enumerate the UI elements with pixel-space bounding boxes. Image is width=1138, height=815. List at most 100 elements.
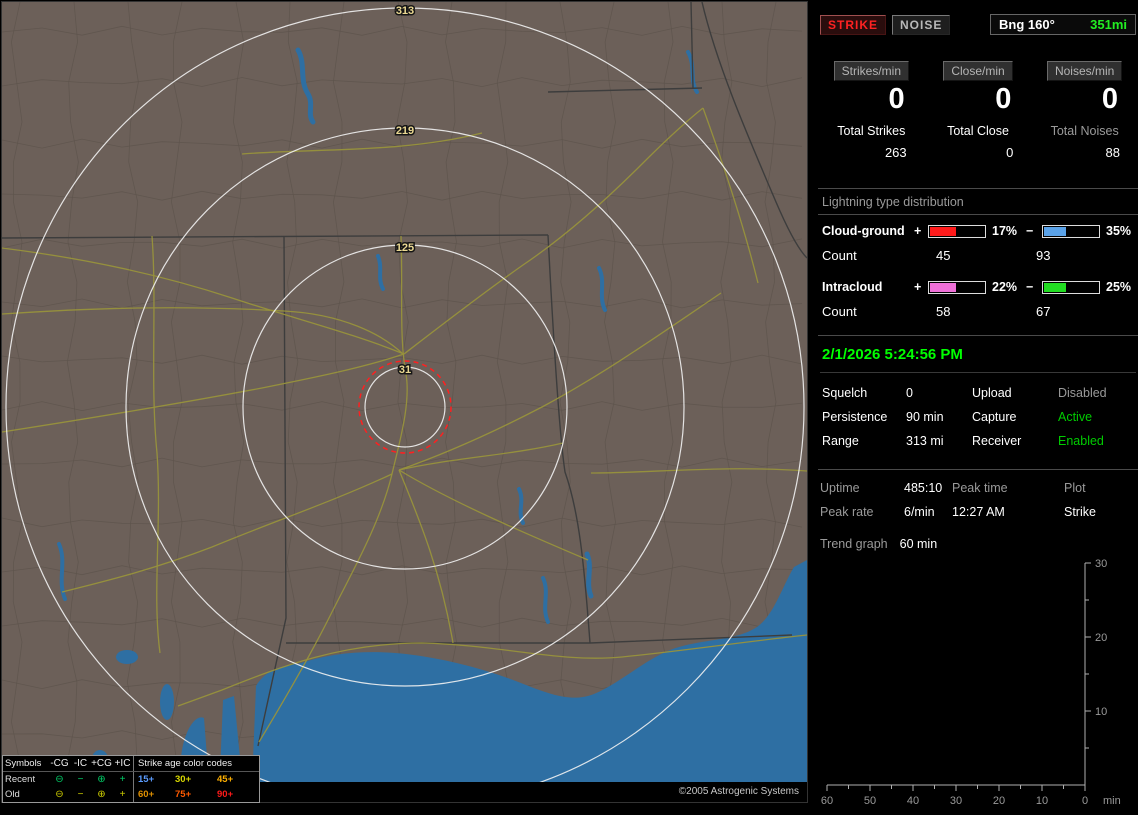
uptime-value: 485:10 (904, 481, 943, 495)
ic-negative-bar (1042, 280, 1100, 294)
legend-col-pos-ic: +IC (114, 758, 131, 769)
capture-status: Active (1058, 410, 1093, 424)
legend-col-neg-cg: -CG (50, 758, 69, 769)
y-tick-30: 30 (1095, 558, 1107, 570)
cg-positive-count: 45 (936, 248, 951, 263)
persistence-value: 90 min (906, 410, 944, 424)
x-tick-60: 60 (821, 795, 833, 807)
strikes-per-min-value: 0 (888, 83, 905, 115)
trend-graph-label: Trend graph (820, 537, 888, 551)
total-strikes-label: Total Strikes (837, 124, 906, 138)
intracloud-row: Intracloud + 22% − 25% (818, 271, 1138, 294)
plus-sign: + (914, 280, 922, 294)
legend-symbols-header: Symbols (5, 758, 42, 769)
totals-row: Total Strikes 263 Total Close 0 Total No… (818, 124, 1138, 160)
trend-graph-window: 60 min (899, 537, 938, 551)
rate-values-row: 0 0 0 (818, 83, 1138, 116)
bearing-distance: 351mi (1090, 17, 1127, 32)
plot-label: Plot (1064, 481, 1086, 495)
strike-mode-button[interactable]: STRIKE (820, 14, 887, 35)
ring-label-219: 219 (396, 125, 414, 137)
recent-neg-ic-icon: − (77, 774, 84, 785)
minus-sign: − (1026, 224, 1034, 238)
x-tick-0: 0 (1082, 795, 1088, 807)
age-code-60: 60+ (133, 787, 175, 802)
y-tick-10: 10 (1095, 706, 1107, 718)
recent-pos-ic-icon: + (119, 774, 126, 785)
close-per-min-button[interactable]: Close/min (943, 61, 1013, 81)
count-label: Count (822, 304, 857, 319)
age-code-90: 90+ (217, 789, 234, 800)
ic-positive-count: 58 (936, 304, 951, 319)
stats-section: Uptime 485:10 Peak time Plot Peak rate 6… (818, 470, 1138, 524)
range-row: Range 313 mi Receiver Enabled (820, 429, 1136, 453)
squelch-label: Squelch (822, 386, 868, 400)
trend-graph: 30 20 10 60 50 40 30 20 10 0 min (821, 558, 1121, 807)
noise-mode-button[interactable]: NOISE (892, 14, 951, 35)
legend-age-header: Strike age color codes (133, 756, 257, 771)
status-box: 2/1/2026 5:24:56 PM Squelch 0 Upload Dis… (818, 335, 1138, 470)
ring-label-31: 31 (399, 364, 411, 376)
datetime-display: 2/1/2026 5:24:56 PM (820, 344, 1136, 373)
x-tick-30: 30 (950, 795, 962, 807)
legend-col-neg-ic: -IC (73, 758, 88, 769)
upload-status: Disabled (1058, 386, 1107, 400)
cg-positive-pct: 17% (992, 224, 1018, 238)
old-pos-ic-icon: + (119, 789, 126, 800)
recent-pos-cg-icon: ⊕ (97, 774, 106, 785)
peak-rate-value: 6/min (904, 505, 935, 519)
squelch-row: Squelch 0 Upload Disabled (820, 381, 1136, 405)
x-tick-40: 40 (907, 795, 919, 807)
noises-per-min-button[interactable]: Noises/min (1046, 61, 1123, 81)
legend-old-row: Old ⊖ − ⊕ + 60+ 75+ 90+ (3, 787, 259, 802)
strikes-per-min-button[interactable]: Strikes/min (833, 61, 909, 81)
peak-rate-label: Peak rate (820, 505, 874, 519)
age-code-15: 15+ (133, 772, 175, 787)
age-code-75: 75+ (175, 789, 192, 800)
mode-row: STRIKE NOISE Bng 160° 351mi (818, 0, 1138, 35)
ic-positive-pct: 22% (992, 280, 1018, 294)
legend-recent-label: Recent (5, 774, 36, 785)
total-strikes-value: 263 (884, 145, 907, 160)
total-noises-value: 88 (1105, 145, 1120, 160)
peak-time-value: 12:27 AM (952, 505, 1005, 519)
x-tick-10: 10 (1036, 795, 1048, 807)
noises-per-min-value: 0 (1101, 83, 1118, 115)
intracloud-label: Intracloud (822, 280, 883, 294)
x-axis-unit: min (1103, 795, 1121, 807)
copyright-text: ©2005 Astrogenic Systems (678, 786, 799, 797)
x-tick-20: 20 (993, 795, 1005, 807)
old-neg-ic-icon: − (77, 789, 84, 800)
minus-sign: − (1026, 280, 1034, 294)
cg-negative-pct: 35% (1106, 224, 1132, 238)
plus-sign: + (914, 224, 922, 238)
range-value: 313 mi (906, 434, 944, 448)
persistence-label: Persistence (822, 410, 888, 424)
legend-recent-row: Recent ⊖ − ⊕ + 15+ 30+ 45+ (3, 772, 259, 787)
recent-neg-cg-icon: ⊖ (55, 774, 64, 785)
peak-time-label: Peak time (952, 481, 1008, 495)
y-tick-20: 20 (1095, 632, 1107, 644)
cg-negative-count: 93 (1036, 248, 1051, 263)
range-label: Range (822, 434, 859, 448)
lightning-map[interactable]: 313 219 125 31 ©2005 Astrogenic Systems … (1, 1, 808, 803)
ic-negative-count: 67 (1036, 304, 1051, 319)
cloud-ground-count-row: Count 45 93 (818, 238, 1138, 263)
x-tick-50: 50 (864, 795, 876, 807)
count-label: Count (822, 248, 857, 263)
legend-old-label: Old (5, 789, 20, 800)
cg-positive-bar (928, 224, 986, 238)
ic-negative-pct: 25% (1106, 280, 1132, 294)
ring-label-313: 313 (396, 5, 414, 17)
persistence-row: Persistence 90 min Capture Active (820, 405, 1136, 429)
age-code-45: 45+ (217, 774, 234, 785)
bearing-readout: Bng 160° 351mi (990, 14, 1136, 35)
plot-value: Strike (1064, 505, 1096, 519)
bearing-value: Bng 160° (999, 17, 1055, 32)
cg-negative-bar (1042, 224, 1100, 238)
cloud-ground-label: Cloud-ground (822, 224, 905, 238)
receiver-status: Enabled (1058, 434, 1104, 448)
rate-buttons-row: Strikes/min Close/min Noises/min (818, 61, 1138, 81)
receiver-label: Receiver (972, 434, 1022, 448)
total-close-value: 0 (1006, 145, 1014, 160)
